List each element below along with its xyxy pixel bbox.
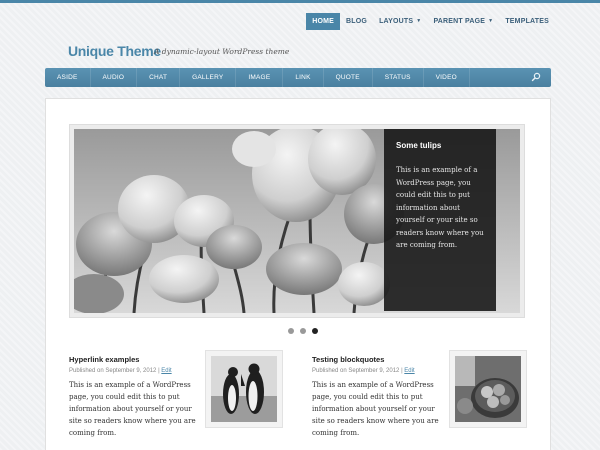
post-date: Published on September 9, 2012 |: [312, 368, 403, 374]
nav-item-label: PARENT PAGE: [433, 18, 486, 25]
category-status[interactable]: STATUS: [373, 68, 424, 87]
post-excerpt: This is an example of a WordPress page, …: [69, 381, 196, 437]
slider-pagination: [288, 328, 318, 334]
category-quote[interactable]: QUOTE: [324, 68, 373, 87]
search-icon[interactable]: [531, 72, 541, 82]
nav-item-home[interactable]: HOME: [306, 13, 341, 30]
slide-caption-title[interactable]: Some tulips: [396, 141, 484, 150]
category-link[interactable]: LINK: [283, 68, 324, 87]
edit-link[interactable]: Edit: [161, 368, 171, 374]
category-aside[interactable]: ASIDE: [45, 68, 91, 87]
post-date: Published on September 9, 2012 |: [69, 368, 160, 374]
category-bar: ASIDE AUDIO CHAT GALLERY IMAGE LINK QUOT…: [45, 68, 551, 87]
slide-caption-text: This is an example of a WordPress page, …: [396, 166, 484, 249]
category-video[interactable]: VIDEO: [424, 68, 470, 87]
site-tagline: A dynamic-layout WordPress theme: [154, 47, 290, 56]
chevron-down-icon: ▼: [488, 18, 494, 24]
category-chat[interactable]: CHAT: [137, 68, 181, 87]
category-image[interactable]: IMAGE: [236, 68, 284, 87]
category-audio[interactable]: AUDIO: [91, 68, 138, 87]
post-card: Hyperlink examples Published on Septembe…: [69, 350, 299, 439]
chevron-down-icon: ▼: [416, 18, 422, 24]
fruit-bowl-photo[interactable]: [449, 350, 527, 428]
slider-dot[interactable]: [300, 328, 306, 334]
post-excerpt: This is an example of a WordPress page, …: [312, 381, 439, 437]
nav-item-label: HOME: [312, 18, 335, 25]
top-navigation: HOME BLOG LAYOUTS ▼ PARENT PAGE ▼ TEMPLATE…: [306, 13, 555, 30]
slide-caption: Some tulips This is an example of a Word…: [384, 129, 496, 311]
slider-dot[interactable]: [288, 328, 294, 334]
nav-item-layouts[interactable]: LAYOUTS ▼: [373, 13, 427, 30]
edit-link[interactable]: Edit: [404, 368, 414, 374]
fruit-bowl-thumbnail: [455, 356, 521, 422]
nav-item-templates[interactable]: TEMPLATES: [499, 13, 555, 30]
slider-dot-active[interactable]: [312, 328, 318, 334]
nav-item-label: TEMPLATES: [505, 18, 549, 25]
post-card: Testing blockquotes Published on Septemb…: [312, 350, 542, 439]
main-content: Some tulips This is an example of a Word…: [45, 98, 551, 450]
nav-item-blog[interactable]: BLOG: [340, 13, 373, 30]
image-slider: Some tulips This is an example of a Word…: [69, 124, 525, 318]
nav-item-parent-page[interactable]: PARENT PAGE ▼: [427, 13, 499, 30]
penguins-photo[interactable]: [205, 350, 283, 428]
penguins-thumbnail: [211, 356, 277, 422]
nav-item-label: LAYOUTS: [379, 18, 414, 25]
nav-item-label: BLOG: [346, 18, 368, 25]
category-gallery[interactable]: GALLERY: [180, 68, 237, 87]
site-title[interactable]: Unique Theme: [68, 43, 161, 59]
